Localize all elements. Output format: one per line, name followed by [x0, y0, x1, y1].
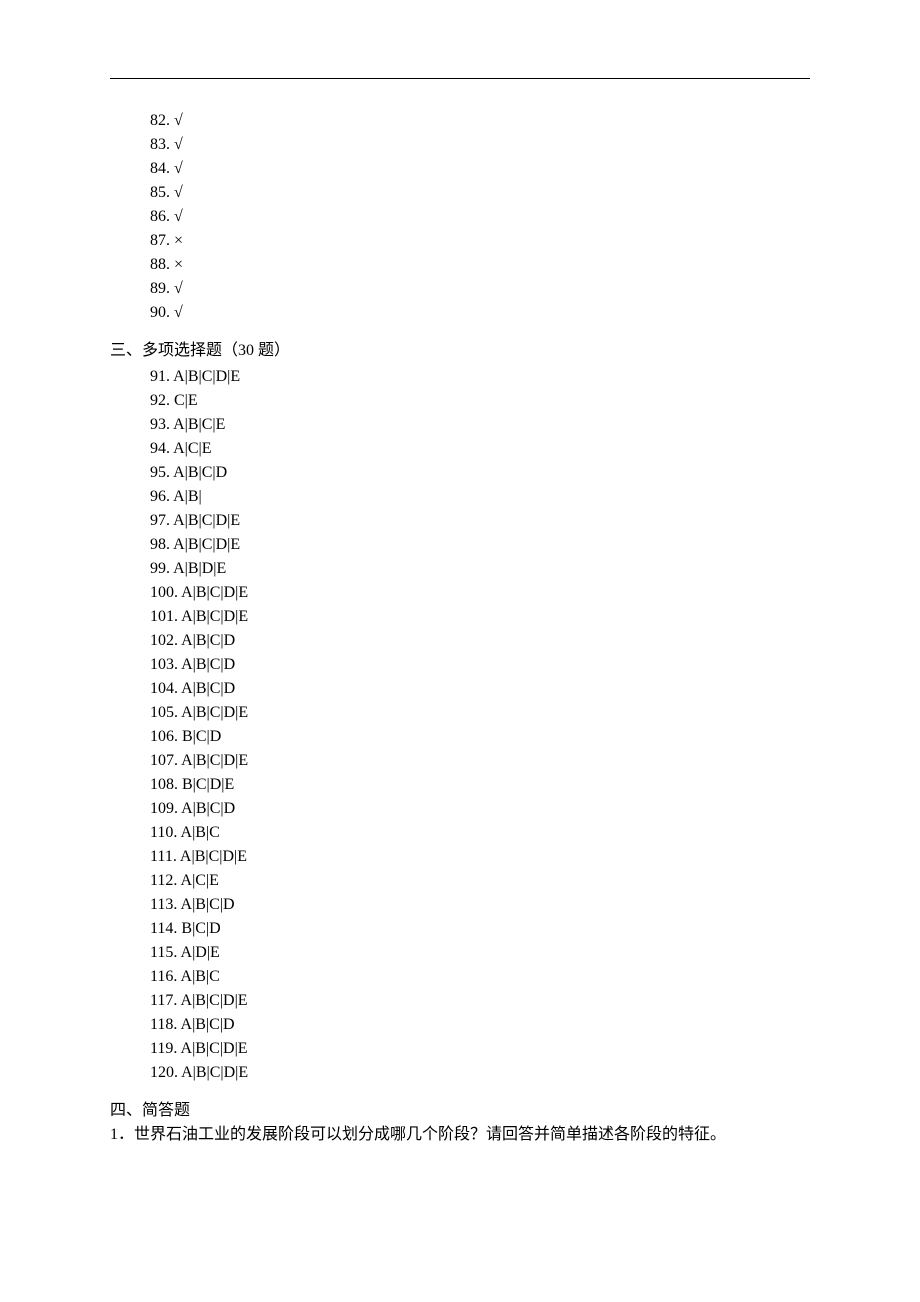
top-horizontal-rule — [110, 78, 810, 79]
answer-line: 100. A|B|C|D|E — [110, 581, 810, 605]
answer-line: 90. √ — [110, 301, 810, 325]
answer-line: 116. A|B|C — [110, 965, 810, 989]
answer-line: 111. A|B|C|D|E — [110, 845, 810, 869]
answer-line: 106. B|C|D — [110, 725, 810, 749]
answer-line: 92. C|E — [110, 389, 810, 413]
answer-line: 110. A|B|C — [110, 821, 810, 845]
answer-line: 98. A|B|C|D|E — [110, 533, 810, 557]
answer-line: 103. A|B|C|D — [110, 653, 810, 677]
answer-line: 91. A|B|C|D|E — [110, 365, 810, 389]
answer-line: 85. √ — [110, 181, 810, 205]
true-false-answers-block: 82. √83. √84. √85. √86. √87. ×88. ×89. √… — [110, 109, 810, 325]
answer-line: 83. √ — [110, 133, 810, 157]
answer-line: 120. A|B|C|D|E — [110, 1061, 810, 1085]
answer-line: 99. A|B|D|E — [110, 557, 810, 581]
section-3-title: 三、多项选择题（30 题） — [110, 339, 810, 363]
answer-line: 107. A|B|C|D|E — [110, 749, 810, 773]
answer-line: 112. A|C|E — [110, 869, 810, 893]
answer-line: 88. × — [110, 253, 810, 277]
short-answer-question-1: 1．世界石油工业的发展阶段可以划分成哪几个阶段？请回答并简单描述各阶段的特征。 — [110, 1123, 810, 1147]
answer-line: 113. A|B|C|D — [110, 893, 810, 917]
answer-line: 117. A|B|C|D|E — [110, 989, 810, 1013]
answer-line: 94. A|C|E — [110, 437, 810, 461]
answer-line: 118. A|B|C|D — [110, 1013, 810, 1037]
answer-line: 86. √ — [110, 205, 810, 229]
answer-line: 89. √ — [110, 277, 810, 301]
answer-line: 119. A|B|C|D|E — [110, 1037, 810, 1061]
page-container: 82. √83. √84. √85. √86. √87. ×88. ×89. √… — [0, 0, 920, 1187]
answer-line: 101. A|B|C|D|E — [110, 605, 810, 629]
answer-line: 82. √ — [110, 109, 810, 133]
multiple-choice-answers-block: 91. A|B|C|D|E92. C|E93. A|B|C|E94. A|C|E… — [110, 365, 810, 1085]
section-4-title: 四、简答题 — [110, 1099, 810, 1123]
answer-line: 93. A|B|C|E — [110, 413, 810, 437]
answer-line: 97. A|B|C|D|E — [110, 509, 810, 533]
answer-line: 108. B|C|D|E — [110, 773, 810, 797]
answer-line: 114. B|C|D — [110, 917, 810, 941]
answer-line: 84. √ — [110, 157, 810, 181]
answer-line: 109. A|B|C|D — [110, 797, 810, 821]
answer-line: 95. A|B|C|D — [110, 461, 810, 485]
answer-line: 104. A|B|C|D — [110, 677, 810, 701]
answer-line: 115. A|D|E — [110, 941, 810, 965]
answer-line: 105. A|B|C|D|E — [110, 701, 810, 725]
answer-line: 96. A|B| — [110, 485, 810, 509]
answer-line: 102. A|B|C|D — [110, 629, 810, 653]
answer-line: 87. × — [110, 229, 810, 253]
